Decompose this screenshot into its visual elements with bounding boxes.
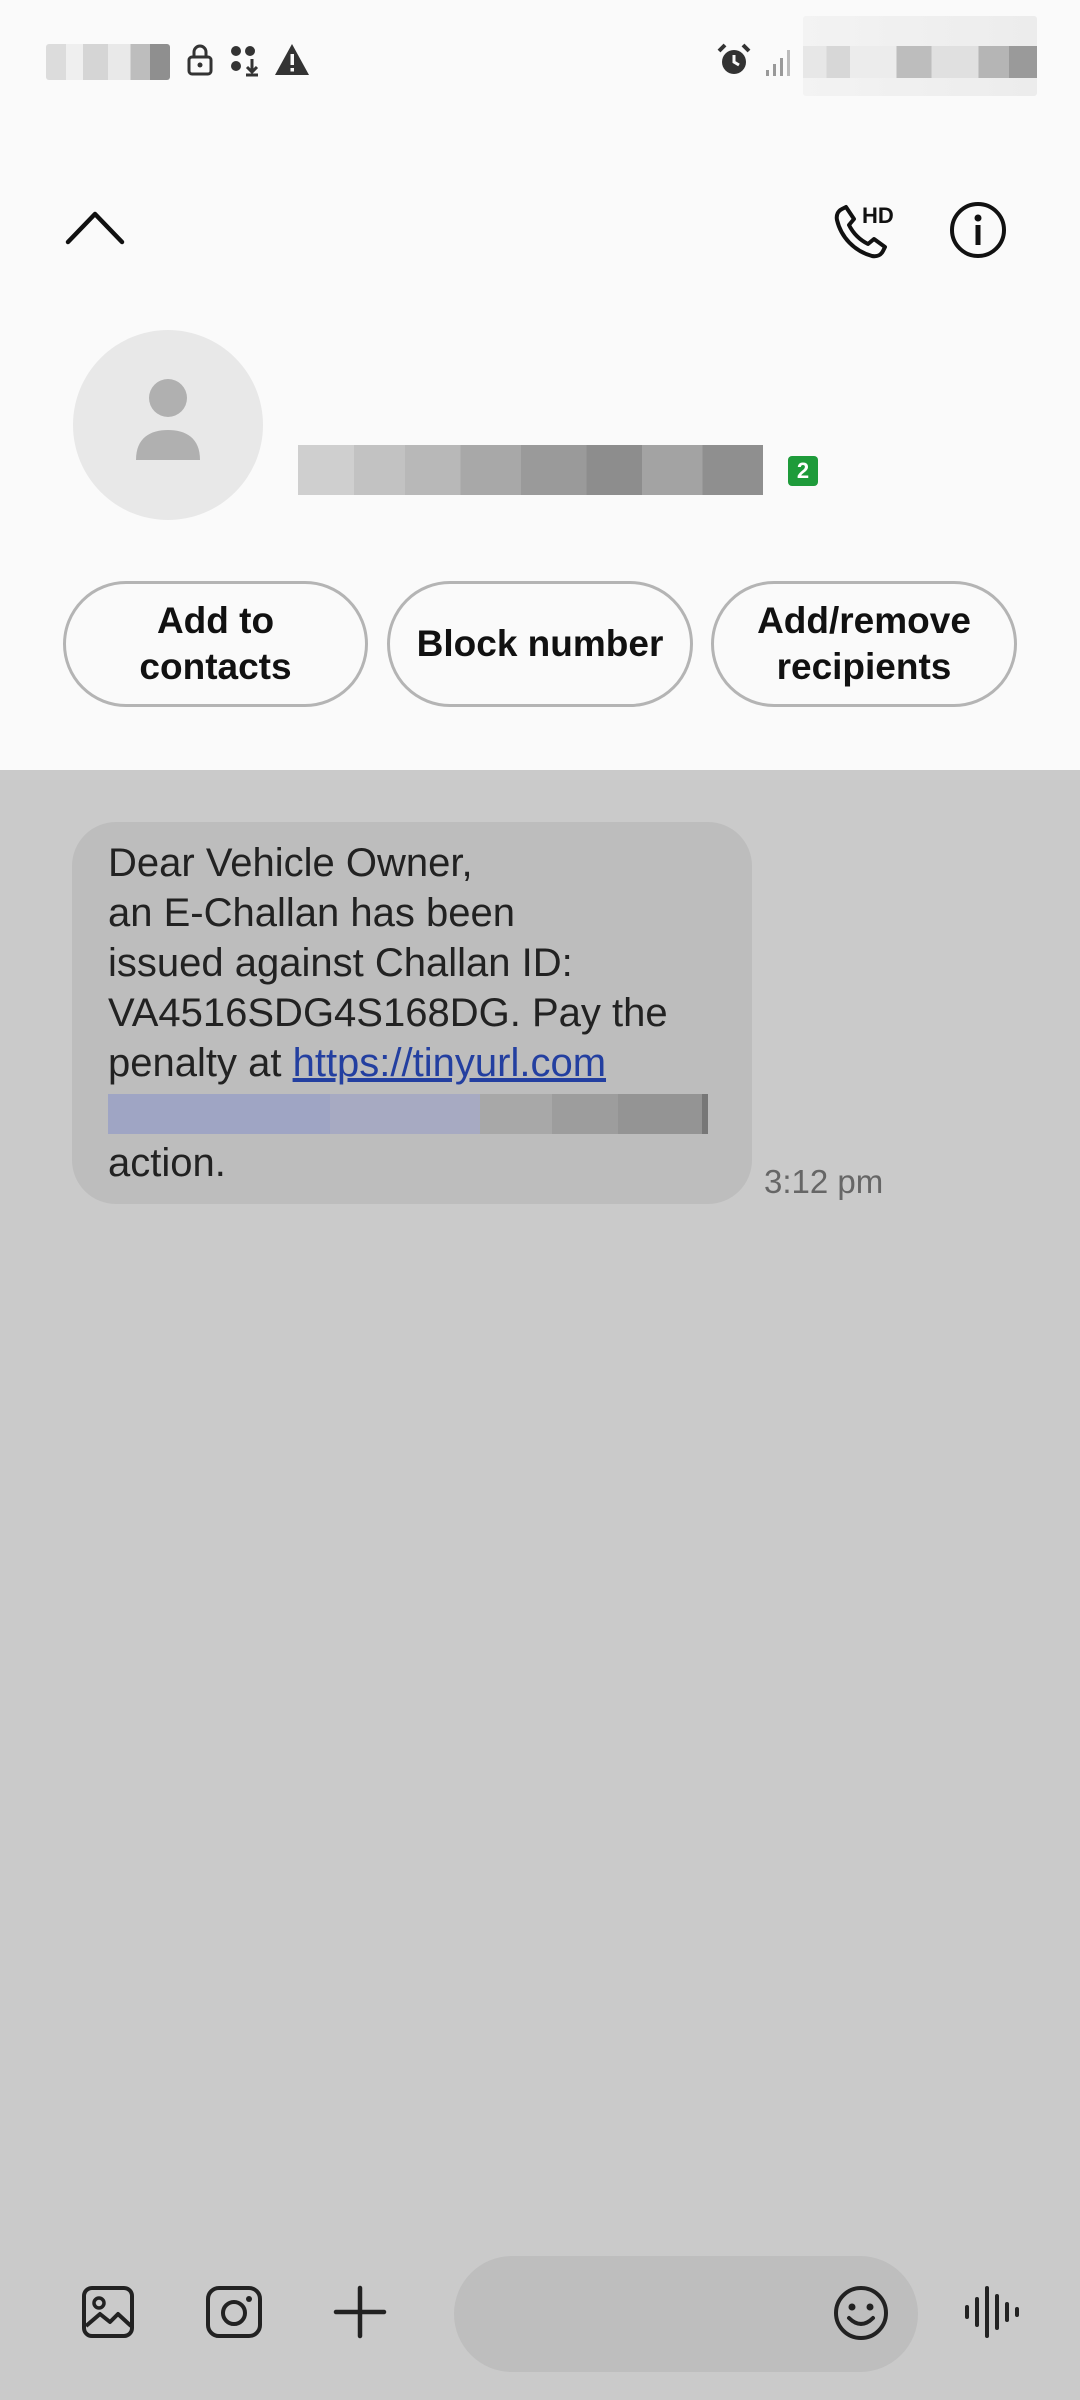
message-line: action. [108,1141,226,1185]
message-line: issued against Challan ID: [108,941,573,985]
message-line: an E-Challan has been [108,891,515,935]
status-bar [0,0,1080,120]
message-line: penalty at https://tinyurl.com [108,1038,748,1088]
gallery-icon[interactable] [80,2284,136,2340]
status-bar-redacted-right [803,16,1037,96]
message-line: Dear Vehicle Owner, [108,841,473,885]
hd-call-icon[interactable]: HD [828,195,898,265]
person-placeholder-icon [136,379,200,460]
alarm-icon [717,43,751,74]
camera-icon[interactable] [204,2284,264,2340]
message-text: Dear Vehicle Owner, an E-Challan has bee… [108,838,748,1188]
recipients-label-line1: Add/remove [757,600,971,641]
emoji-icon[interactable] [832,2284,890,2342]
voice-wave-icon[interactable] [962,2282,1022,2342]
block-number-label: Block number [416,623,664,664]
recipients-label-line2: recipients [776,646,952,687]
add-to-contacts-label-line2: contacts [139,646,292,687]
message-redacted-line [108,1094,708,1134]
avatar[interactable] [73,330,263,520]
plus-icon[interactable] [332,2284,388,2340]
message-line: VA4516SDG4S168DG. Pay the [108,991,668,1035]
conversation-header: HD 2 Add to contacts Block number Add/re… [0,0,1080,770]
warning-icon [275,44,309,75]
download-notification-icon [231,46,259,77]
block-number-button[interactable]: Block number [387,581,693,707]
svg-text:HD: HD [862,203,894,228]
penalty-prefix: penalty at [108,1041,293,1085]
message-link[interactable]: https://tinyurl.com [293,1041,606,1085]
add-to-contacts-label-line1: Add to [156,600,275,641]
chevron-up-icon[interactable] [62,200,128,250]
lock-icon [187,44,213,76]
status-bar-redacted-left [46,44,170,80]
contact-name-redacted [298,445,763,495]
sim-badge: 2 [788,456,818,486]
add-remove-recipients-button[interactable]: Add/remove recipients [711,581,1017,707]
message-timestamp: 3:12 pm [764,1163,884,1200]
add-to-contacts-button[interactable]: Add to contacts [63,581,368,707]
signal-icon [766,50,790,76]
info-icon[interactable] [948,200,1008,260]
